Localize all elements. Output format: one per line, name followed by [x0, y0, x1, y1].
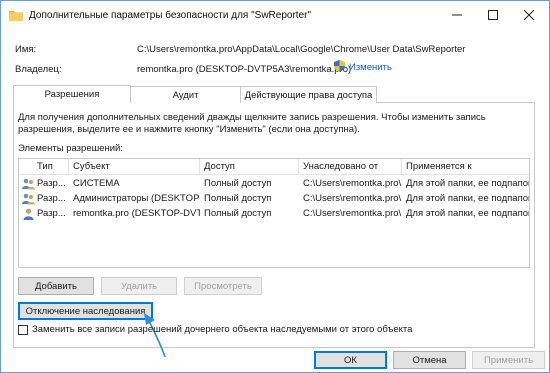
row-access: Полный доступ [204, 193, 272, 204]
tab-permissions[interactable]: Разрешения [13, 85, 131, 103]
title-bar[interactable]: Дополнительные параметры безопасности дл… [1, 1, 549, 31]
row-inherited-from: C:\Users\remontka.pro\ [303, 178, 402, 189]
shield-icon [334, 60, 345, 75]
column-access[interactable]: Доступ [200, 159, 299, 175]
column-subject[interactable]: Субъект [69, 159, 200, 175]
security-settings-window: Дополнительные параметры безопасности дл… [0, 0, 550, 373]
ok-button[interactable]: ОК [314, 351, 387, 369]
folder-icon [9, 9, 23, 21]
apply-button[interactable]: Применить [472, 351, 545, 369]
change-owner-link[interactable]: Изменить [334, 60, 392, 75]
change-link-label: Изменить [349, 62, 392, 73]
table-row[interactable]: Разр... СИСТЕМА Полный доступ C:\Users\r… [19, 177, 529, 191]
row-access: Полный доступ [204, 208, 272, 219]
row-inherited-from: C:\Users\remontka.pro\ [303, 193, 402, 204]
close-button[interactable] [511, 1, 547, 29]
row-applies-to: Для этой папки, ее подпапок ... [406, 193, 529, 204]
owner-label: Владелец: [15, 64, 62, 75]
owner-value: remontka.pro (DESKTOP-DVTP5A3\remontka.p… [137, 64, 352, 75]
minimize-button[interactable] [439, 1, 475, 29]
row-subject: СИСТЕМА [73, 178, 120, 189]
column-inherited-from[interactable]: Унаследовано от [299, 159, 402, 175]
name-label: Имя: [15, 44, 37, 55]
permission-entries-list[interactable]: Тип Субъект Доступ Унаследовано от Приме… [18, 158, 530, 268]
add-button[interactable]: Добавить [18, 277, 94, 295]
permission-entries-label: Элементы разрешений: [18, 143, 124, 154]
replace-child-permissions-label: Заменить все записи разрешений дочернего… [32, 324, 413, 335]
row-subject: remontka.pro (DESKTOP-DVT... [73, 208, 200, 219]
window-title: Дополнительные параметры безопасности дл… [29, 10, 312, 21]
row-type: Разр... [37, 178, 66, 189]
info-text: Для получения дополнительных сведений дв… [18, 112, 486, 135]
row-subject: Администраторы (DESKTOP-... [73, 193, 200, 204]
row-type: Разр... [37, 208, 66, 219]
column-applies-to[interactable]: Применяется к [402, 159, 529, 175]
replace-child-permissions-checkbox[interactable] [18, 325, 28, 335]
table-row[interactable]: Разр... Администраторы (DESKTOP-... Полн… [19, 192, 529, 206]
tab-audit[interactable]: Аудит [130, 86, 241, 103]
table-row[interactable]: Разр... remontka.pro (DESKTOP-DVT... Пол… [19, 207, 529, 221]
row-applies-to: Для этой папки, ее подпапок ... [406, 208, 529, 219]
maximize-button[interactable] [475, 1, 511, 29]
tab-effective-access[interactable]: Действующие права доступа [240, 86, 377, 103]
row-applies-to: Для этой папки, ее подпапок ... [406, 178, 529, 189]
remove-button[interactable]: Удалить [101, 277, 177, 295]
disable-inheritance-button[interactable]: Отключение наследования [18, 302, 153, 320]
list-header: Тип Субъект Доступ Унаследовано от Приме… [19, 159, 529, 175]
name-value: C:\Users\remontka.pro\AppData\Local\Goog… [137, 44, 466, 55]
cancel-button[interactable]: Отмена [393, 351, 466, 369]
view-button[interactable]: Просмотреть [184, 277, 262, 295]
row-inherited-from: C:\Users\remontka.pro\ [303, 208, 402, 219]
column-type[interactable]: Тип [19, 159, 69, 175]
row-access: Полный доступ [204, 178, 272, 189]
row-type: Разр... [37, 193, 66, 204]
